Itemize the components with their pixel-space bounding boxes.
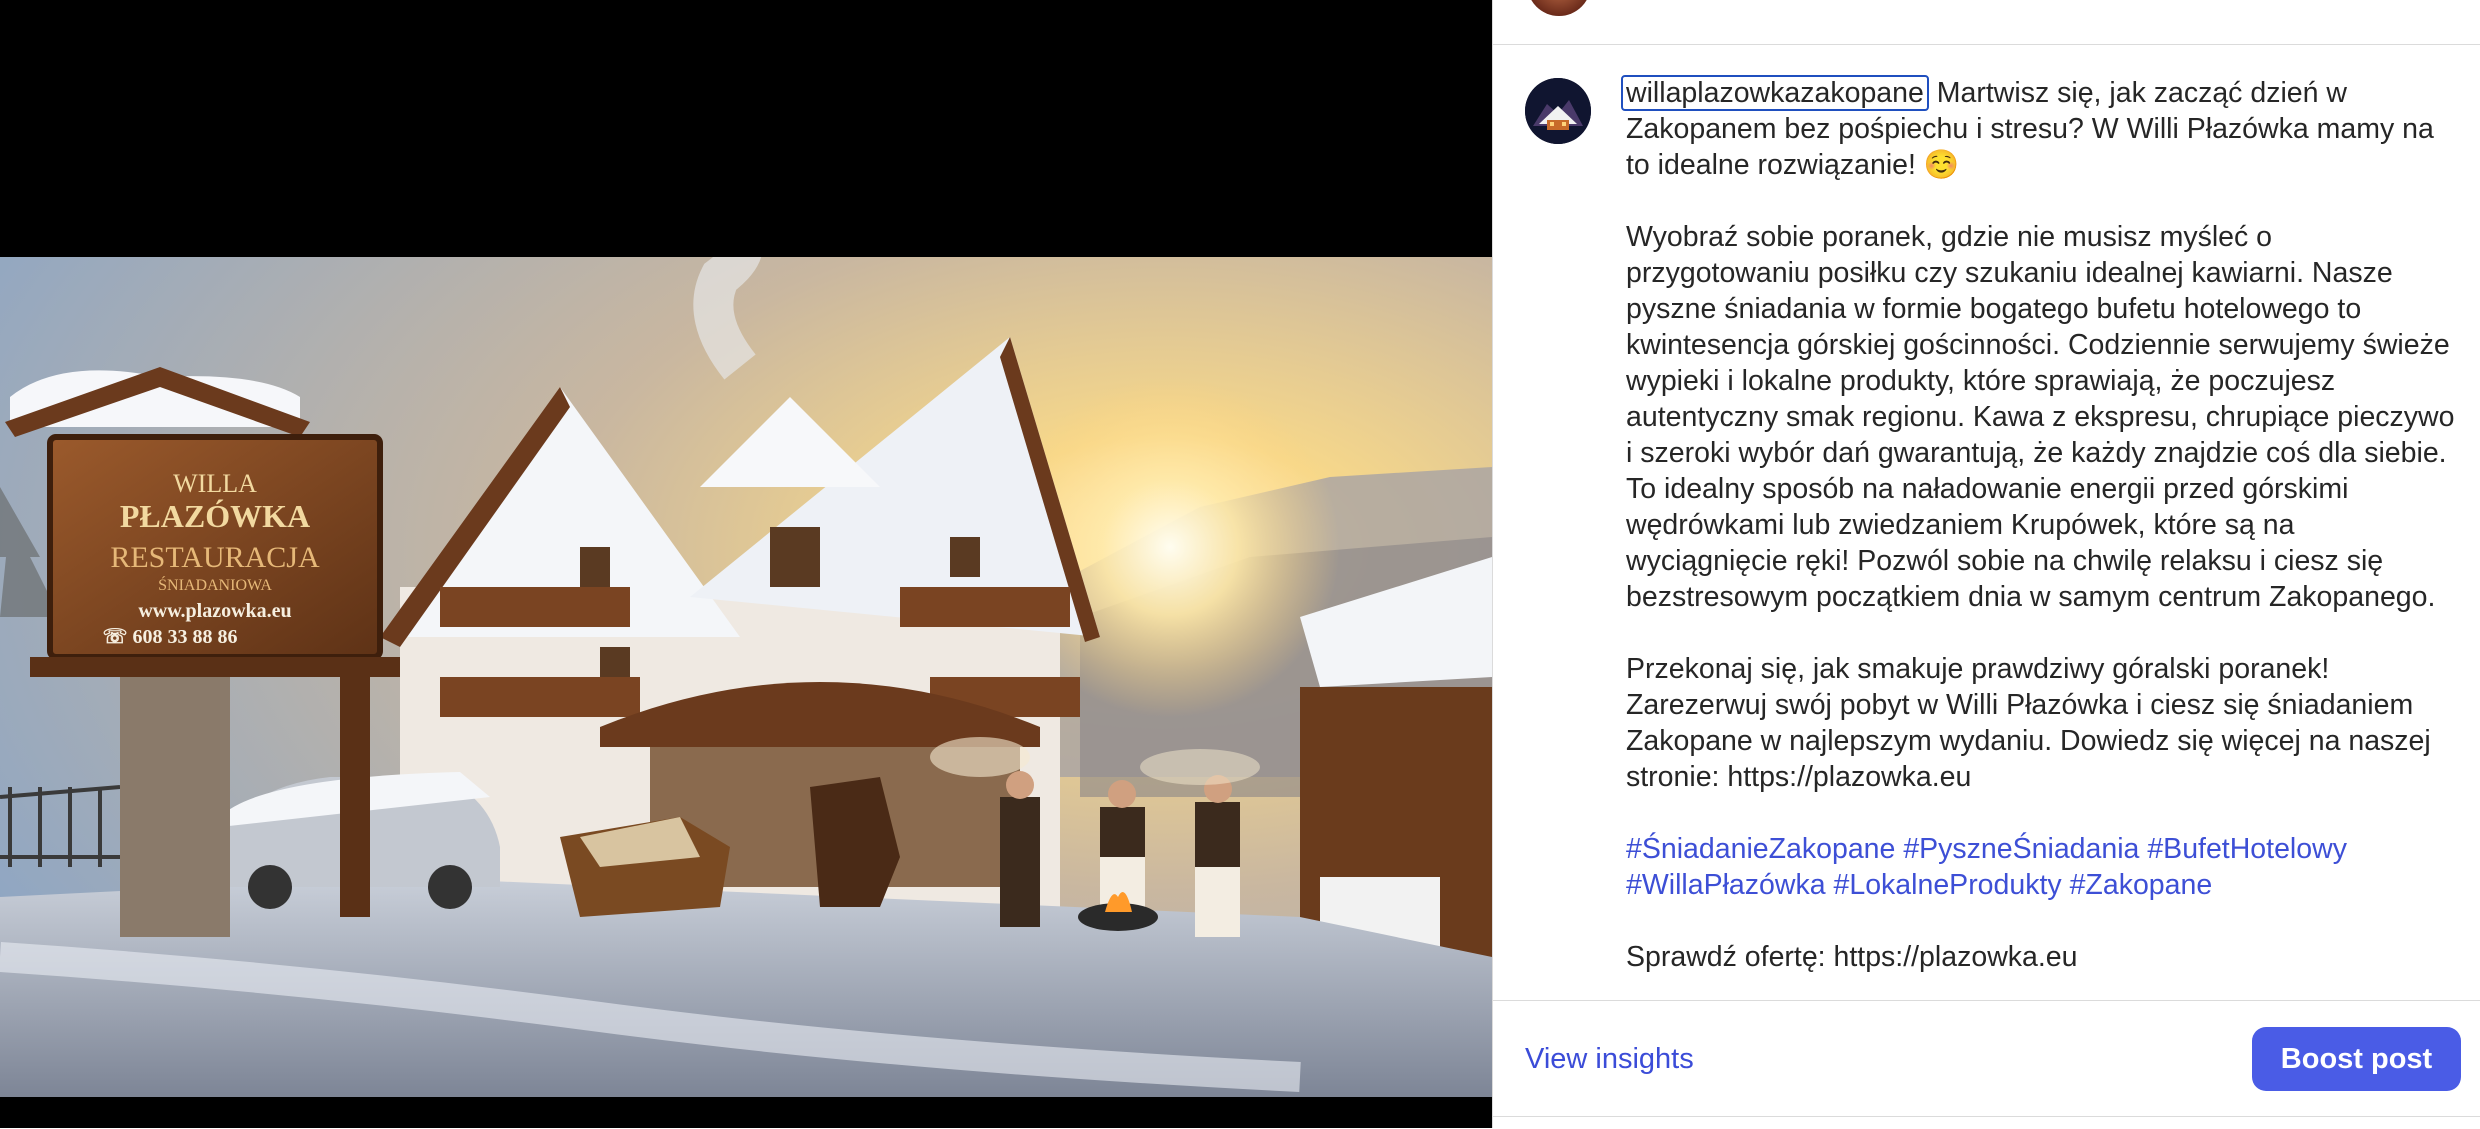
hashtag-link[interactable]: #ŚniadanieZakopane [1626,833,1895,865]
caption-section[interactable]: willaplazowkazakopane Martwisz się, jak … [1493,45,2480,1000]
post-caption: willaplazowkazakopane Martwisz się, jak … [1621,75,2456,1000]
sign-text-5: www.plazowka.eu [138,600,291,622]
hashtag-link[interactable]: #Zakopane [2070,869,2213,901]
panel-bottom-divider [1493,1116,2480,1129]
profile-picture [1525,78,1591,144]
post-photo: WILLA PŁAZÓWKA RESTAURACJA ŚNIADANIOWA w… [0,257,1492,1097]
sign-text-4: ŚNIADANIOWA [158,575,272,594]
avatar[interactable] [1525,78,1591,144]
hashtag-link[interactable]: #BufetHotelowy [2147,833,2347,865]
post-details-panel: willaplazowkazakopane Martwisz się, jak … [1492,0,2480,1129]
header-avatar[interactable] [1527,0,1591,16]
caption-paragraph-3: Przekonaj się, jak smakuje prawdziwy gór… [1626,653,2431,793]
boost-post-button[interactable]: Boost post [2252,1027,2461,1091]
caption-cutoff-line: Sprawdź ofertę: https://plazowka.eu [1626,941,2078,973]
caption-paragraph-2: Wyobraź sobie poranek, gdzie nie musisz … [1626,221,2455,613]
hashtag-link[interactable]: #PyszneŚniadania [1903,833,2139,865]
username-link[interactable]: willaplazowkazakopane [1621,75,1929,111]
caption-paragraph-1: willaplazowkazakopane Martwisz się, jak … [1621,75,2456,183]
panel-header [1493,0,2480,45]
sign-text-6: ☏ 608 33 88 86 [102,626,237,648]
sign-text-3: RESTAURACJA [110,541,320,574]
post-footer: View insights Boost post [1493,1000,2480,1117]
hashtag-link[interactable]: #LokalneProdukty [1834,869,2062,901]
media-viewer: WILLA PŁAZÓWKA RESTAURACJA ŚNIADANIOWA w… [0,0,1492,1128]
hashtag-list: #ŚniadanieZakopane #PyszneŚniadania #Buf… [1626,831,2456,903]
sign-text-2: PŁAZÓWKA [120,498,310,534]
sign-text-1: WILLA [173,469,257,498]
view-insights-link[interactable]: View insights [1525,1043,1694,1076]
hashtag-link[interactable]: #WillaPłazówka [1626,869,1826,901]
